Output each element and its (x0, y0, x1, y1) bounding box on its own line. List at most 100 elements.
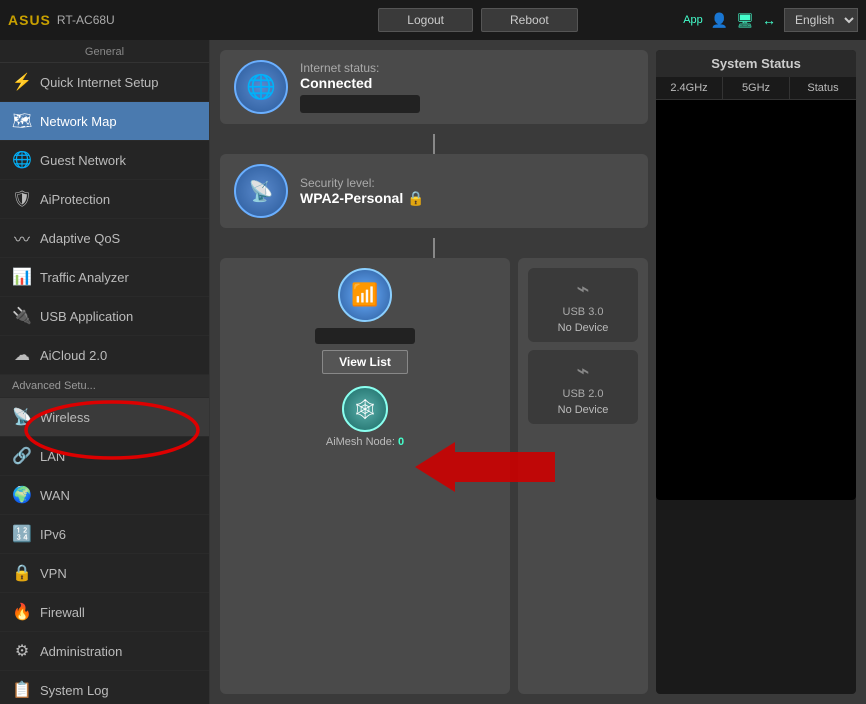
router-icon: 📡 (234, 164, 288, 218)
sidebar-item-traffic-analyzer[interactable]: 📊 Traffic Analyzer (0, 258, 209, 297)
logout-button[interactable]: Logout (378, 8, 473, 32)
internet-icon: 🌐 (234, 60, 288, 114)
usb30-label: USB 3.0 (563, 306, 604, 318)
usb-application-icon: 🔌 (12, 306, 32, 326)
aiprotection-icon: 🛡 (12, 189, 32, 209)
sidebar-label-traffic-analyzer: Traffic Analyzer (40, 270, 129, 285)
router-info: Security level: WPA2-Personal 🔒 (300, 176, 634, 207)
sidebar-label-firewall: Firewall (40, 605, 85, 620)
share-icon[interactable]: ↔ (762, 12, 776, 28)
usb30-icon: ⌁ (576, 276, 589, 302)
wan-icon: 🌍 (12, 485, 32, 505)
lan-icon: 🔗 (12, 446, 32, 466)
sidebar-item-aicloud[interactable]: ☁ AiCloud 2.0 (0, 336, 209, 375)
language-select[interactable]: English (784, 8, 858, 32)
usb30-item: ⌁ USB 3.0 No Device (528, 268, 638, 342)
top-right: App 👤 🖥 ↔ English (738, 8, 858, 32)
aimesh-count: 0 (398, 436, 404, 448)
system-status-body (656, 100, 856, 500)
logo: ASUS (8, 12, 51, 28)
sidebar-section-advanced: Advanced Setu... (0, 375, 209, 398)
system-log-icon: 📋 (12, 680, 32, 700)
app-label: App (683, 14, 703, 26)
sidebar-item-guest-network[interactable]: 🌐 Guest Network (0, 141, 209, 180)
sidebar-label-advanced: Advanced Setu... (12, 380, 96, 392)
ipv6-icon: 🔢 (12, 524, 32, 544)
administration-icon: ⚙ (12, 641, 32, 661)
usb20-label: USB 2.0 (563, 388, 604, 400)
sidebar-label-usb-application: USB Application (40, 309, 133, 324)
guest-network-icon: 🌐 (12, 150, 32, 170)
sidebar-label-wireless: Wireless (40, 410, 90, 425)
sidebar-item-firewall[interactable]: 🔥 Firewall (0, 593, 209, 632)
sidebar-label-administration: Administration (40, 644, 122, 659)
status-header-status: Status (790, 77, 856, 99)
sidebar-item-usb-application[interactable]: 🔌 USB Application (0, 297, 209, 336)
usb30-status: No Device (558, 322, 609, 334)
sidebar-item-system-log[interactable]: 📋 System Log (0, 671, 209, 704)
sidebar-label-quick-internet-setup: Quick Internet Setup (40, 75, 159, 90)
adaptive-qos-icon: 〰 (12, 228, 32, 248)
sidebar-item-lan[interactable]: 🔗 LAN (0, 437, 209, 476)
sidebar-label-wan: WAN (40, 488, 70, 503)
top-bar: ASUS RT-AC68U Logout Reboot App 👤 🖥 ↔ En… (0, 0, 866, 40)
router-block: 📡 Security level: WPA2-Personal 🔒 (220, 154, 648, 228)
sidebar-section-general: General (0, 40, 209, 63)
sidebar-label-network-map: Network Map (40, 114, 117, 129)
connector-router-bottom (433, 238, 435, 258)
logo-area: ASUS RT-AC68U (8, 12, 218, 28)
system-status-panel: System Status 2.4GHz 5GHz Status (656, 50, 856, 694)
aimesh-icon: 🕸 (342, 386, 388, 432)
internet-block: 🌐 Internet status: Connected (220, 50, 648, 124)
connector-internet-router (433, 134, 435, 154)
sidebar-item-network-map[interactable]: 🗺 Network Map (0, 102, 209, 141)
system-status-headers: 2.4GHz 5GHz Status (656, 77, 856, 100)
sidebar-label-system-log: System Log (40, 683, 109, 698)
view-list-button[interactable]: View List (322, 350, 408, 374)
status-header-24ghz: 2.4GHz (656, 77, 723, 99)
sidebar-item-quick-internet-setup[interactable]: ⚡ Quick Internet Setup (0, 63, 209, 102)
sidebar-item-wireless[interactable]: 📡 Wireless (0, 398, 209, 437)
main-layout: General ⚡ Quick Internet Setup 🗺 Network… (0, 40, 866, 704)
bottom-row: 📶 View List 🕸 AiMesh Node: 0 (220, 258, 648, 694)
internet-ssid-bar (300, 95, 420, 113)
model: RT-AC68U (57, 13, 115, 27)
sidebar-item-administration[interactable]: ⚙ Administration (0, 632, 209, 671)
usb20-item: ⌁ USB 2.0 No Device (528, 350, 638, 424)
sidebar-item-vpn[interactable]: 🔒 VPN (0, 554, 209, 593)
internet-status-label: Internet status: (300, 61, 634, 75)
sidebar-item-wan[interactable]: 🌍 WAN (0, 476, 209, 515)
wireless-icon: 📡 (12, 407, 32, 427)
aicloud-icon: ☁ (12, 345, 32, 365)
reboot-button[interactable]: Reboot (481, 8, 578, 32)
usb20-icon: ⌁ (576, 358, 589, 384)
sidebar-item-adaptive-qos[interactable]: 〰 Adaptive QoS (0, 219, 209, 258)
sidebar-label-aiprotection: AiProtection (40, 192, 110, 207)
content-area: 🌐 Internet status: Connected 📡 Security … (210, 40, 866, 704)
top-buttons: Logout Reboot (218, 8, 738, 32)
vpn-icon: 🔒 (12, 563, 32, 583)
sidebar-item-ipv6[interactable]: 🔢 IPv6 (0, 515, 209, 554)
ssid-bar (315, 328, 415, 344)
display-icon[interactable]: 🖥 (736, 12, 754, 29)
status-header-5ghz: 5GHz (723, 77, 790, 99)
user-icon[interactable]: 👤 (711, 12, 728, 29)
internet-info: Internet status: Connected (300, 61, 634, 113)
firewall-icon: 🔥 (12, 602, 32, 622)
security-label: Security level: (300, 176, 634, 190)
system-status-title: System Status (656, 50, 856, 77)
sidebar-label-ipv6: IPv6 (40, 527, 66, 542)
quick-setup-icon: ⚡ (12, 72, 32, 92)
aimesh-label: AiMesh Node: 0 (326, 436, 404, 448)
sidebar-label-aicloud: AiCloud 2.0 (40, 348, 107, 363)
sidebar-item-aiprotection[interactable]: 🛡 AiProtection (0, 180, 209, 219)
sidebar-label-adaptive-qos: Adaptive QoS (40, 231, 120, 246)
network-map-icon: 🗺 (12, 111, 32, 131)
wireless-clients-block: 📶 View List 🕸 AiMesh Node: 0 (220, 258, 510, 694)
sidebar-label-lan: LAN (40, 449, 65, 464)
sidebar: General ⚡ Quick Internet Setup 🗺 Network… (0, 40, 210, 704)
usb-block: ⌁ USB 3.0 No Device ⌁ USB 2.0 No Device (518, 258, 648, 694)
sidebar-label-guest-network: Guest Network (40, 153, 126, 168)
clients-icon: 📶 (338, 268, 392, 322)
traffic-analyzer-icon: 📊 (12, 267, 32, 287)
